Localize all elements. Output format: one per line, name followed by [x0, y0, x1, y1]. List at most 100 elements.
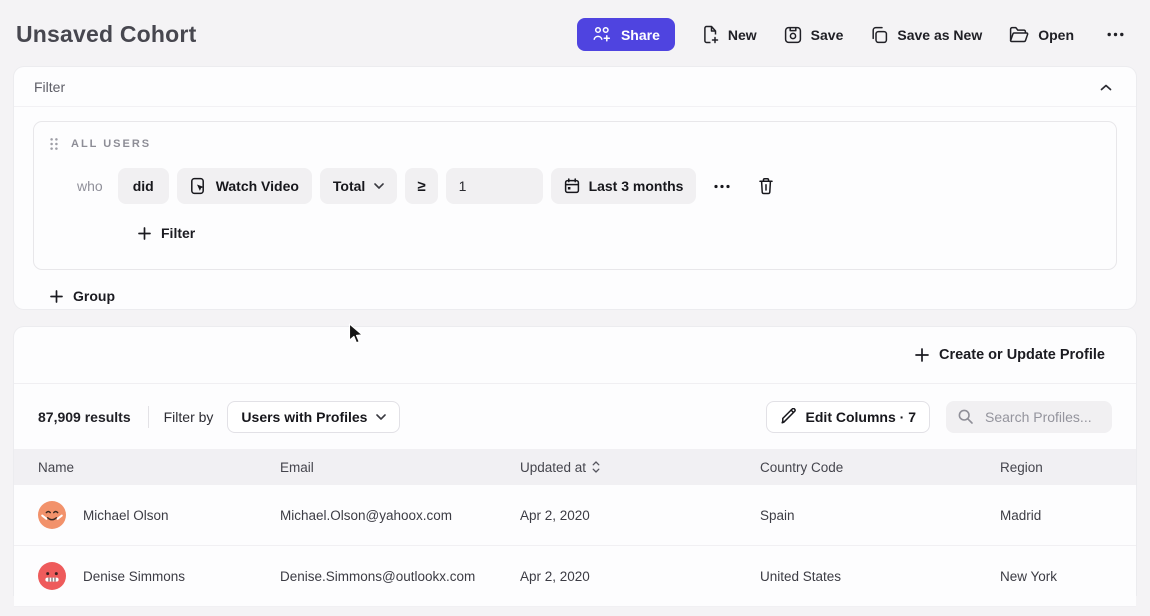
- profile-filter-dropdown[interactable]: Users with Profiles: [227, 401, 400, 433]
- chevron-up-icon: [1100, 84, 1112, 91]
- profile-filter-value: Users with Profiles: [241, 409, 367, 425]
- aggregation-dropdown[interactable]: Total: [320, 168, 397, 204]
- column-header-country-code[interactable]: Country Code: [760, 460, 1000, 475]
- add-filter-button[interactable]: Filter: [132, 224, 201, 242]
- avatar: [38, 562, 66, 590]
- name-cell: Michael Olson: [38, 501, 280, 529]
- table-row[interactable]: Denise Simmons Denise.Simmons@outlookx.c…: [14, 546, 1136, 607]
- more-dots-icon: [714, 184, 730, 189]
- date-range-label: Last 3 months: [589, 178, 684, 194]
- column-header-label: Region: [1000, 460, 1043, 475]
- value-input[interactable]: [446, 168, 543, 204]
- profile-email: Michael.Olson@yahoox.com: [280, 508, 520, 523]
- file-plus-icon: [702, 25, 719, 44]
- filter-panel: Filter ALL USERS who did: [14, 67, 1136, 309]
- create-or-update-profile-button[interactable]: Create or Update Profile: [909, 346, 1111, 364]
- event-selector-button[interactable]: Watch Video: [177, 168, 312, 204]
- page-title: Unsaved Cohort: [16, 21, 196, 48]
- cohort-group-card: ALL USERS who did Watch Video Total: [33, 121, 1117, 270]
- operator-label: ≥: [417, 178, 425, 195]
- trash-icon: [758, 177, 774, 195]
- chevron-down-icon: [374, 183, 384, 189]
- toolbar-divider: [148, 406, 149, 428]
- plus-icon: [50, 290, 63, 303]
- share-users-icon: [592, 26, 612, 43]
- results-toolbar: 87,909 results Filter by Users with Prof…: [14, 384, 1136, 449]
- profile-region: New York: [1000, 569, 1112, 584]
- results-count: 87,909 results: [38, 409, 131, 425]
- profile-country-code: United States: [760, 569, 1000, 584]
- profile-updated-at: Apr 2, 2020: [520, 569, 760, 584]
- avatar: [38, 501, 66, 529]
- profile-region: Madrid: [1000, 508, 1112, 523]
- create-profile-row: Create or Update Profile: [14, 327, 1136, 384]
- open-button[interactable]: Open: [1009, 22, 1074, 47]
- column-header-updated-at[interactable]: Updated at: [520, 460, 760, 475]
- more-dots-icon: [1107, 32, 1124, 37]
- search-profiles-input[interactable]: [983, 408, 1101, 426]
- group-card-header: ALL USERS: [48, 135, 1102, 151]
- open-button-label: Open: [1038, 27, 1074, 43]
- column-header-label: Country Code: [760, 460, 843, 475]
- header-more-button[interactable]: [1101, 28, 1130, 41]
- header-actions: Share New Save: [577, 18, 1130, 51]
- app-header: Unsaved Cohort Share New: [0, 0, 1150, 67]
- profile-email: Denise.Simmons@outlookx.com: [280, 569, 520, 584]
- pencil-icon: [780, 408, 797, 425]
- filter-panel-title: Filter: [34, 79, 65, 95]
- event-label: Watch Video: [216, 178, 299, 194]
- toolbar-right: Edit Columns · 7: [766, 401, 1112, 433]
- filter-by-label: Filter by: [164, 409, 214, 425]
- add-filter-row: Filter: [132, 224, 1102, 242]
- share-button[interactable]: Share: [577, 18, 675, 51]
- sort-icon: [592, 461, 600, 473]
- column-header-label: Name: [38, 460, 74, 475]
- save-icon: [784, 26, 802, 44]
- copy-icon: [870, 26, 888, 44]
- chevron-down-icon: [376, 414, 386, 420]
- edit-columns-button[interactable]: Edit Columns · 7: [766, 401, 930, 433]
- profile-country-code: Spain: [760, 508, 1000, 523]
- add-group-label: Group: [73, 288, 115, 304]
- search-profiles-box: [946, 401, 1112, 433]
- who-label: who: [77, 178, 103, 194]
- search-icon: [957, 408, 974, 425]
- group-label: ALL USERS: [71, 138, 151, 150]
- did-selector-button[interactable]: did: [118, 168, 169, 204]
- add-filter-label: Filter: [161, 225, 195, 241]
- date-range-button[interactable]: Last 3 months: [551, 168, 697, 204]
- folder-open-icon: [1009, 26, 1029, 43]
- save-as-new-button[interactable]: Save as New: [870, 22, 982, 48]
- filter-condition-row: who did Watch Video Total: [77, 168, 1102, 204]
- edit-columns-label: Edit Columns · 7: [806, 409, 916, 425]
- add-group-button[interactable]: Group: [44, 287, 121, 305]
- did-label: did: [133, 178, 154, 194]
- column-header-region[interactable]: Region: [1000, 460, 1112, 475]
- table-header-row: Name Email Updated at Country Code Regio…: [14, 449, 1136, 485]
- calendar-icon: [564, 178, 580, 194]
- profile-name: Denise Simmons: [83, 569, 185, 584]
- collapse-filter-button[interactable]: [1098, 82, 1114, 93]
- filter-panel-footer: Group: [14, 270, 1136, 305]
- delete-condition-button[interactable]: [752, 173, 780, 199]
- save-button[interactable]: Save: [784, 22, 844, 48]
- save-as-new-button-label: Save as New: [897, 27, 982, 43]
- new-button-label: New: [728, 27, 757, 43]
- drag-handle-icon[interactable]: [49, 137, 59, 151]
- condition-more-button[interactable]: [708, 180, 736, 193]
- profile-name: Michael Olson: [83, 508, 169, 523]
- table-row[interactable]: Michael Olson Michael.Olson@yahoox.com A…: [14, 485, 1136, 546]
- filter-panel-header: Filter: [14, 67, 1136, 107]
- share-button-label: Share: [621, 27, 660, 43]
- name-cell: Denise Simmons: [38, 562, 280, 590]
- column-header-name[interactable]: Name: [38, 460, 280, 475]
- column-header-label: Email: [280, 460, 314, 475]
- column-header-label: Updated at: [520, 460, 586, 475]
- profile-updated-at: Apr 2, 2020: [520, 508, 760, 523]
- plus-icon: [138, 227, 151, 240]
- column-header-email[interactable]: Email: [280, 460, 520, 475]
- operator-button[interactable]: ≥: [405, 168, 437, 204]
- create-or-update-profile-label: Create or Update Profile: [939, 347, 1105, 363]
- results-panel: Create or Update Profile 87,909 results …: [14, 327, 1136, 595]
- new-button[interactable]: New: [702, 21, 757, 48]
